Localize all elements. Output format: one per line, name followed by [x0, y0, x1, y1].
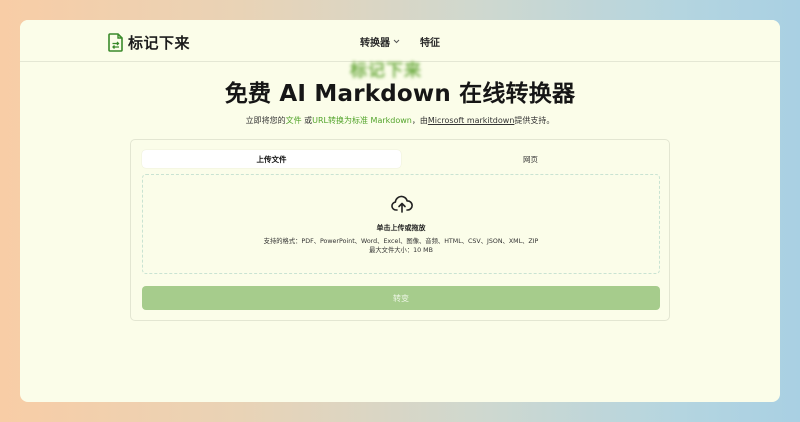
- nav-links: 转换器 特征: [360, 34, 440, 49]
- subtitle-text-4: 提供支持。: [514, 116, 555, 125]
- brand-logo[interactable]: 标记下来: [108, 31, 190, 53]
- max-file-size: 最大文件大小：10 MB: [369, 247, 433, 254]
- converter-card: 上传文件 网页 单击上传或拖放 支持的格式：PDF、PowerPoint、Wor…: [130, 139, 670, 321]
- app-window: 标记下来 转换器 特征 标记下来 免费 AI Markdown 在线转换器 立即…: [20, 20, 780, 402]
- chevron-down-icon: [393, 39, 400, 44]
- nav-converter-dropdown[interactable]: 转换器: [360, 34, 400, 49]
- nav-features-link[interactable]: 特征: [420, 34, 440, 49]
- document-convert-icon: [108, 32, 123, 52]
- nav-converter-label: 转换器: [360, 38, 390, 49]
- subtitle-text-2: 或: [301, 116, 313, 125]
- supported-formats: 支持的格式：PDF、PowerPoint、Word、Excel、图像、音频、HT…: [263, 238, 539, 245]
- subtitle-text-1: 立即将您的: [245, 116, 286, 125]
- source-tabs: 上传文件 网页: [142, 150, 660, 170]
- nav-features-label: 特征: [420, 38, 440, 49]
- tab-webpage[interactable]: 网页: [401, 150, 660, 168]
- subtitle-text-3: ，由: [411, 116, 428, 125]
- page-title: 免费 AI Markdown 在线转换器: [224, 81, 576, 107]
- subtitle-url-highlight: URL转换为标准 Markdown: [312, 116, 412, 125]
- brand-name: 标记下来: [128, 33, 191, 52]
- tab-upload-file[interactable]: 上传文件: [142, 150, 401, 168]
- file-dropzone[interactable]: 单击上传或拖放 支持的格式：PDF、PowerPoint、Word、Excel、…: [142, 174, 660, 274]
- markitdown-link[interactable]: Microsoft markitdown: [428, 116, 515, 125]
- cloud-upload-icon: [391, 195, 413, 213]
- dropzone-prompt: 单击上传或拖放: [376, 224, 426, 232]
- subtitle-file-highlight: 文件: [285, 116, 302, 125]
- page-subtitle: 立即将您的文件 或URL转换为标准 Markdown，由Microsoft ma…: [20, 115, 780, 126]
- convert-button[interactable]: 转变: [142, 286, 660, 310]
